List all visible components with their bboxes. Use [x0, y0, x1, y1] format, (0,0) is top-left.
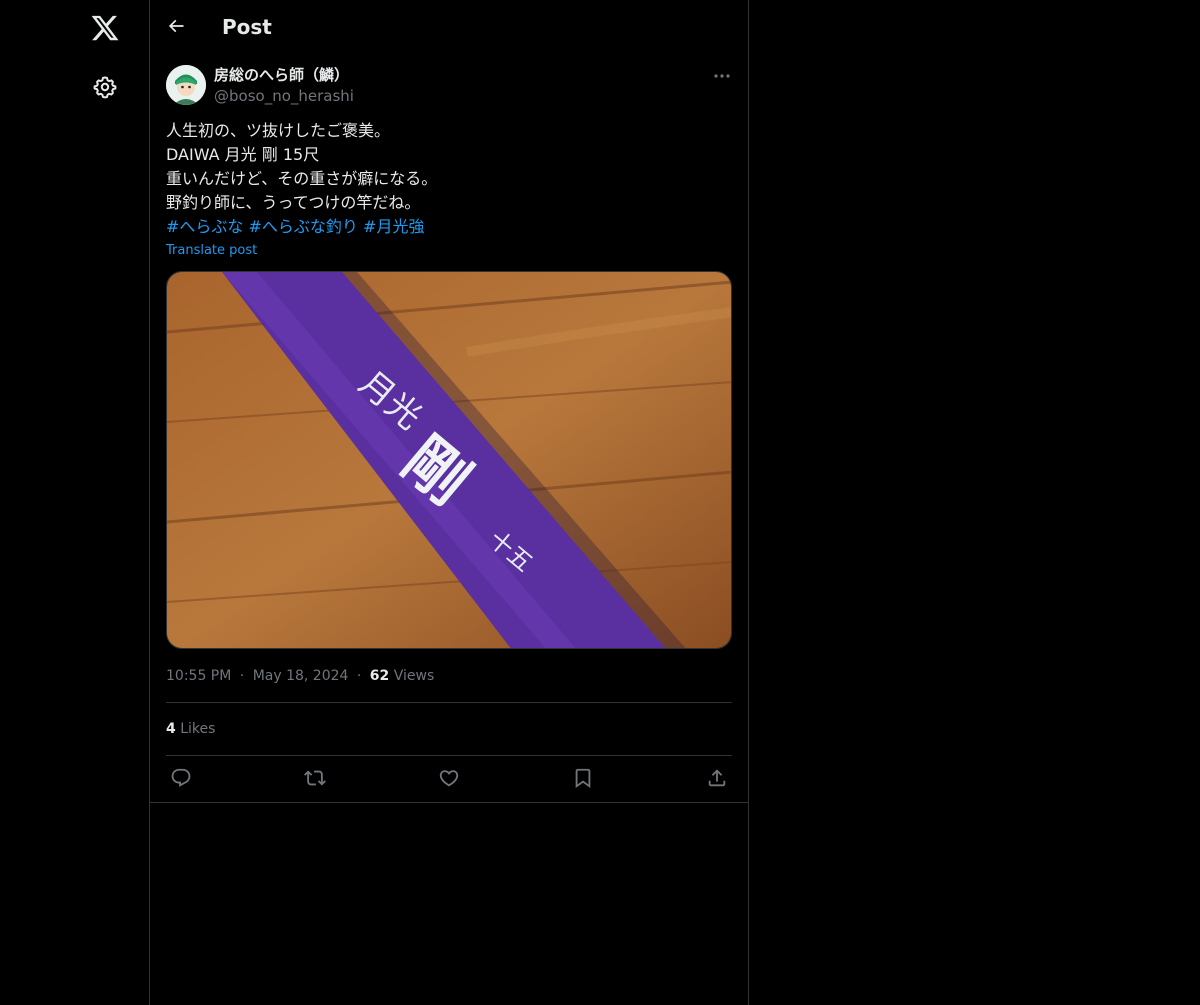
repost-icon[interactable] — [304, 767, 326, 789]
left-navigation — [0, 0, 150, 1005]
post-time[interactable]: 10:55 PM — [166, 668, 231, 684]
hashtag-link[interactable]: #へらぶな釣り — [249, 217, 358, 236]
action-bar — [150, 755, 748, 803]
views-count: 62 — [369, 668, 390, 684]
post-date[interactable]: May 18, 2024 — [253, 668, 349, 684]
post-image[interactable]: 月光 剛 十五 — [166, 271, 732, 649]
bookmark-icon[interactable] — [572, 767, 594, 789]
hashtag-link[interactable]: #月光強 — [363, 217, 424, 236]
post-text: 人生初の、ツ抜けしたご褒美。 DAIWA 月光 剛 15尺 重いんだけど、その重… — [166, 119, 732, 239]
post-line: 重いんだけど、その重さが癖になる。 — [166, 169, 438, 188]
likes-label: Likes — [180, 721, 216, 737]
meta-dot: · — [356, 668, 362, 684]
author-handle[interactable]: @boso_no_herashi — [214, 86, 354, 106]
back-arrow-icon[interactable] — [166, 16, 186, 36]
reply-icon[interactable] — [170, 767, 192, 789]
meta-dot: · — [239, 668, 245, 684]
author-name[interactable]: 房総のへら師（鱗） — [214, 65, 349, 85]
post-meta: 10:55 PM · May 18, 2024 · 62 Views — [166, 666, 434, 686]
post-header: Post — [150, 0, 748, 53]
post-line: DAIWA 月光 剛 15尺 — [166, 145, 320, 164]
like-heart-icon[interactable] — [438, 767, 460, 789]
likes-count: 4 — [166, 721, 176, 737]
rod-photo: 月光 剛 十五 — [167, 272, 731, 648]
avatar[interactable] — [166, 65, 206, 105]
avatar-illustration — [166, 65, 206, 105]
post-line: 人生初の、ツ抜けしたご褒美。 — [166, 121, 391, 140]
x-logo-icon[interactable] — [90, 13, 120, 43]
divider — [166, 702, 732, 703]
hashtag-link[interactable]: #へらぶな — [166, 217, 243, 236]
post-column: Post 房総のへら師（鱗） @boso_no_herashi 人生初の、ツ抜け… — [150, 0, 749, 1005]
page-title: Post — [222, 15, 272, 39]
translate-post-link[interactable]: Translate post — [166, 242, 257, 260]
gear-icon[interactable] — [93, 75, 117, 99]
hashtag-row: #へらぶな #へらぶな釣り #月光強 — [166, 215, 732, 239]
divider — [150, 802, 748, 803]
views-label: Views — [393, 668, 435, 684]
share-icon[interactable] — [706, 767, 728, 789]
post-line: 野釣り師に、うってつけの竿だね。 — [166, 193, 421, 212]
more-options-icon[interactable] — [712, 68, 732, 84]
likes-link[interactable]: 4 Likes — [166, 719, 215, 739]
